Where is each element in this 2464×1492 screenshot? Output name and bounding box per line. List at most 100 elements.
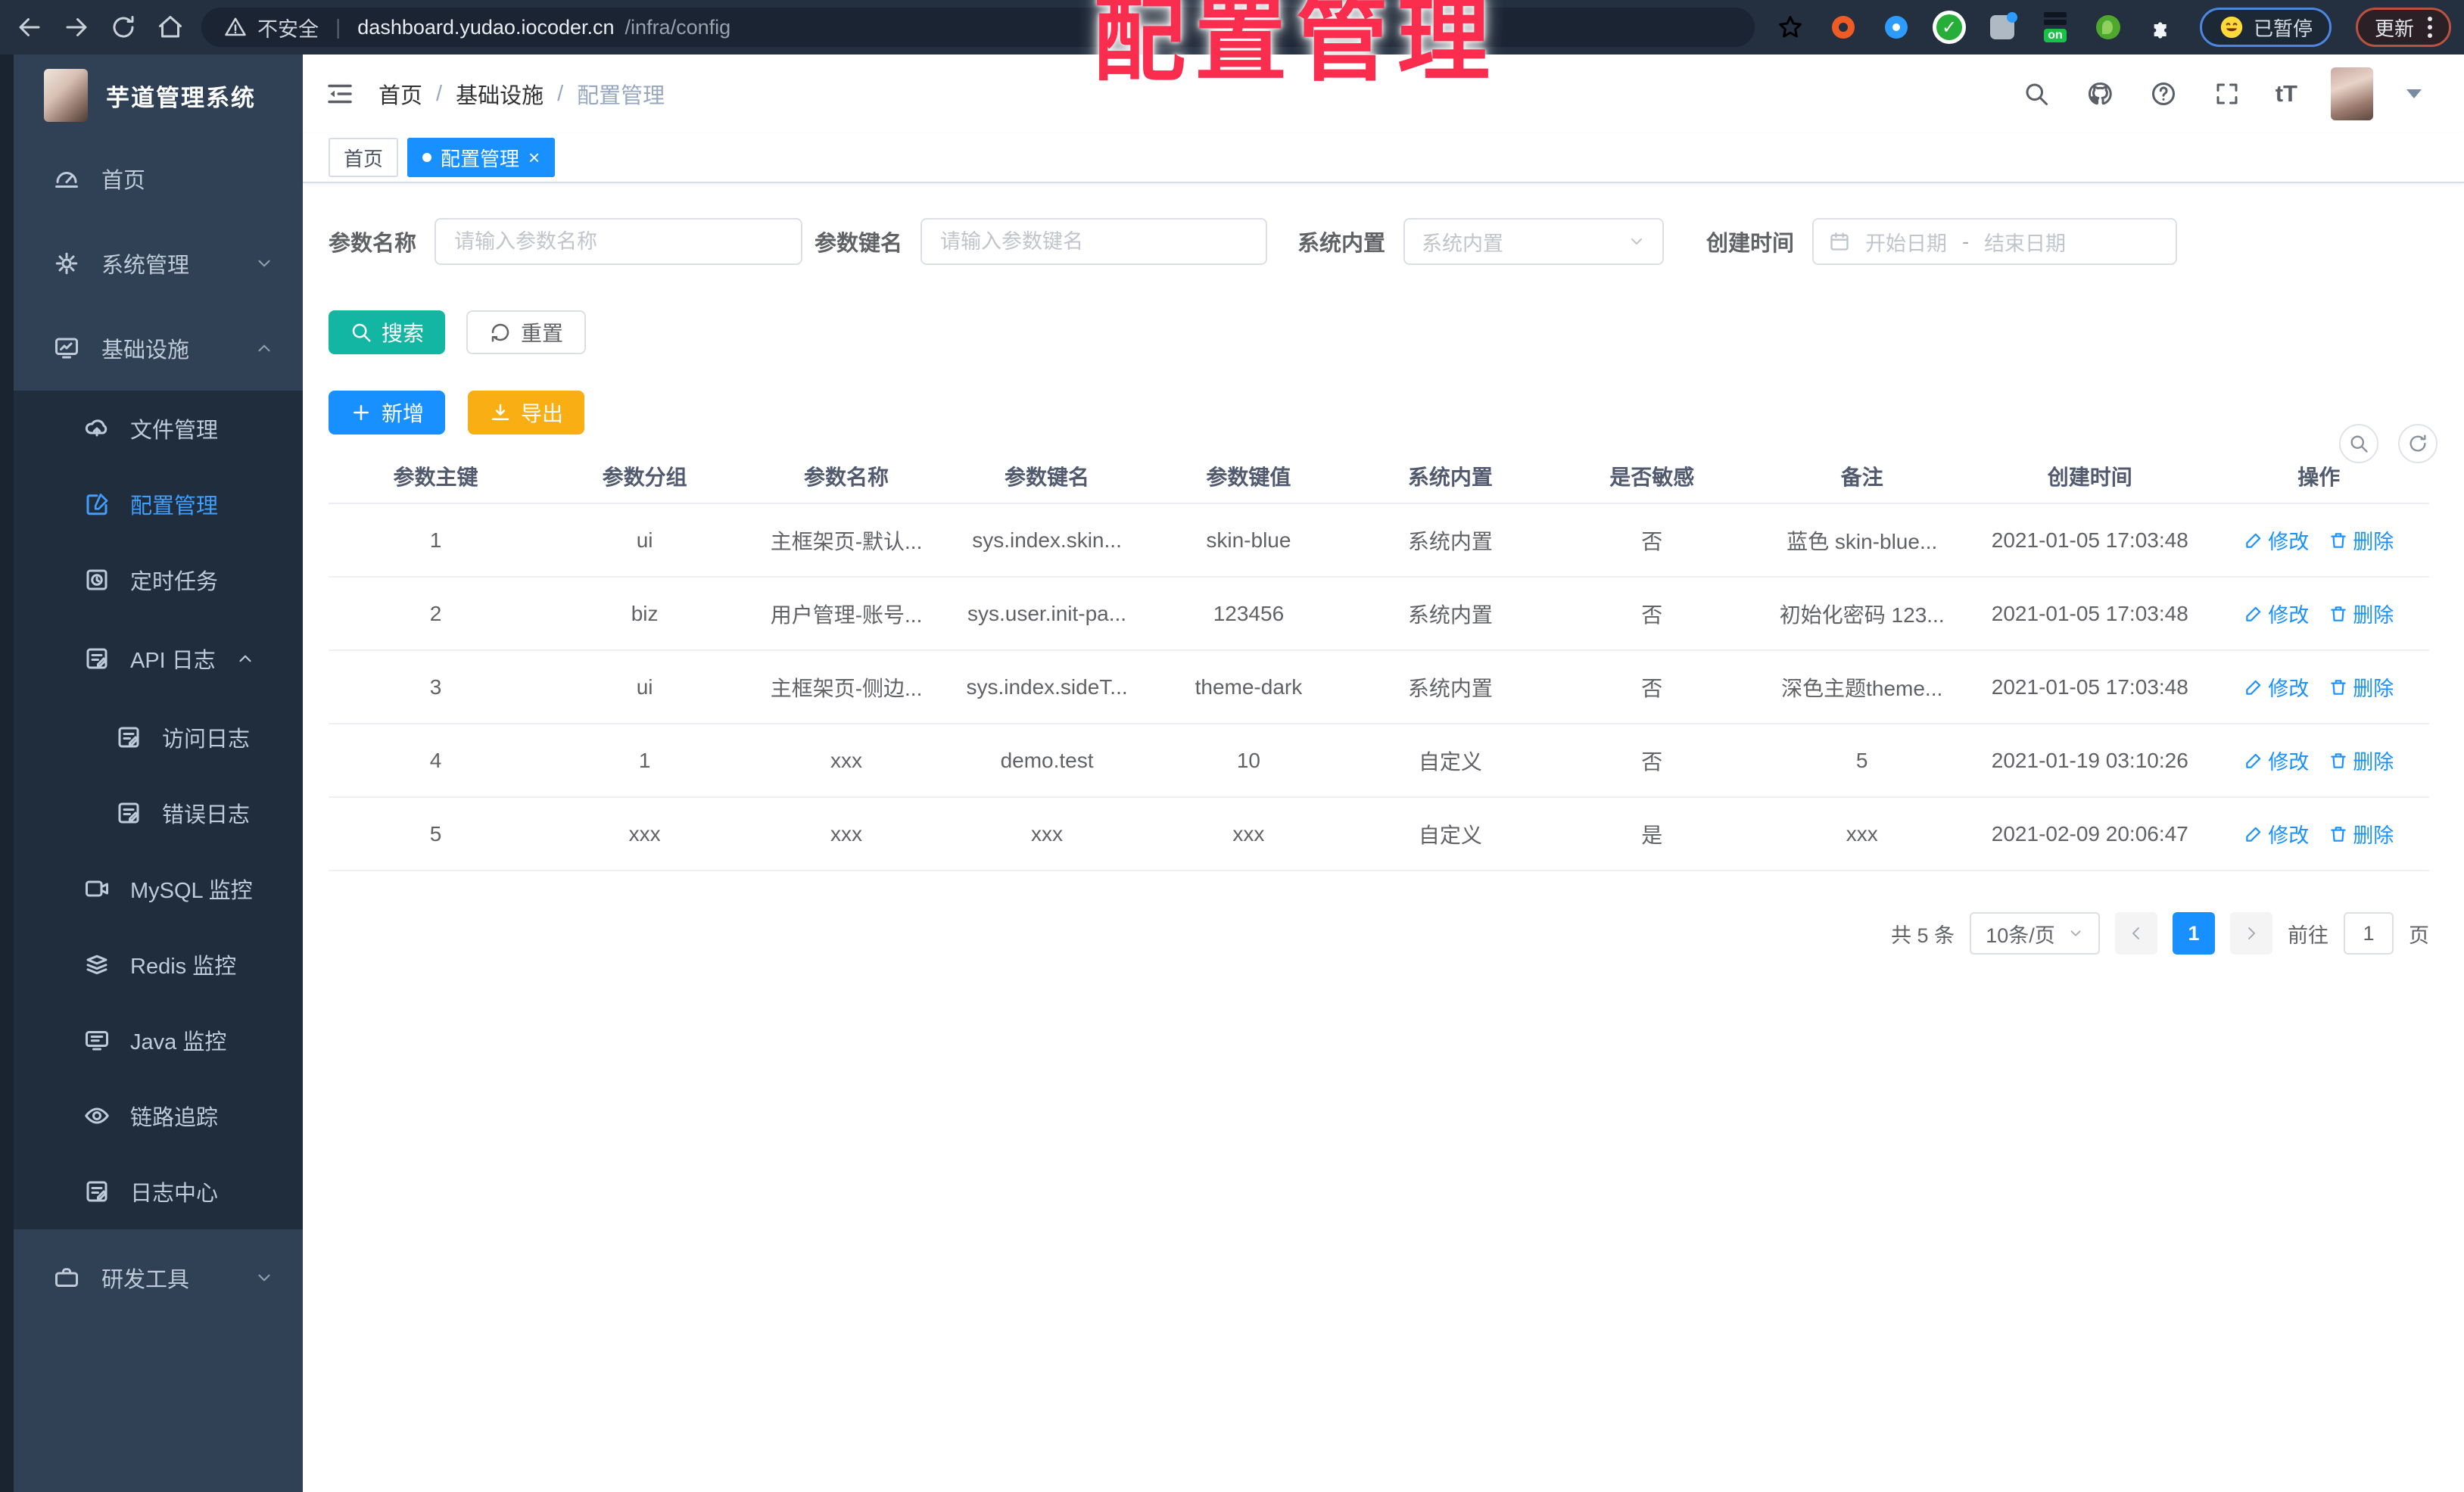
sidebar-item-log-center[interactable]: 日志中心 xyxy=(14,1154,303,1229)
refresh-icon[interactable] xyxy=(2398,424,2438,463)
monitor-chart-icon xyxy=(55,338,78,359)
delete-link[interactable]: 删除 xyxy=(2328,746,2394,775)
bookmark-star-icon[interactable] xyxy=(1776,13,1805,42)
app-logo-row[interactable]: 芋道管理系统 xyxy=(14,55,303,136)
address-bar[interactable]: 不安全 | dashboard.yudao.iocoder.cn/infra/c… xyxy=(201,8,1755,47)
prev-page-button[interactable] xyxy=(2115,912,2157,955)
back-icon[interactable] xyxy=(12,10,47,45)
search-icon[interactable] xyxy=(2021,79,2051,109)
edit-link[interactable]: 修改 xyxy=(2244,672,2309,702)
table-toolbar xyxy=(2339,424,2438,463)
extension-tile-icon[interactable] xyxy=(1988,12,2017,42)
log-doc-icon xyxy=(86,648,107,669)
video-monitor-icon xyxy=(86,880,108,897)
breadcrumb-current: 配置管理 xyxy=(577,84,665,108)
extension-orange-icon[interactable] xyxy=(1829,13,1858,42)
cloud-upload-icon xyxy=(85,419,107,437)
close-tab-icon[interactable]: × xyxy=(528,148,540,167)
search-button[interactable]: 搜索 xyxy=(329,310,446,354)
sidebar-item-redis-monitor[interactable]: Redis 监控 xyxy=(14,927,303,1002)
avatar[interactable] xyxy=(2331,67,2373,120)
edit-link[interactable]: 修改 xyxy=(2244,525,2309,555)
home-icon[interactable] xyxy=(153,10,188,45)
table-row: 2 biz 用户管理-账号... sys.user.init-pa... 123… xyxy=(329,578,2429,651)
reload-icon[interactable] xyxy=(106,10,141,45)
extension-switch-icon[interactable]: on xyxy=(2041,12,2070,42)
forward-icon[interactable] xyxy=(59,10,94,45)
extension-pin-icon[interactable] xyxy=(1882,13,1911,42)
select-caret-icon xyxy=(1631,238,1643,245)
delete-link[interactable]: 删除 xyxy=(2328,672,2394,702)
edit-link[interactable]: 修改 xyxy=(2244,599,2309,628)
sidebar-item-devtools[interactable]: 研发工具 xyxy=(14,1235,303,1320)
url-path: /infra/config xyxy=(625,15,731,39)
sidebar-item-trace[interactable]: 链路追踪 xyxy=(14,1078,303,1154)
create-time-label: 创建时间 xyxy=(1706,232,1795,256)
menu-dots-icon[interactable] xyxy=(2428,17,2433,38)
sidebar-item-home[interactable]: 首页 xyxy=(14,136,303,221)
address-divider: | xyxy=(335,15,341,39)
add-button[interactable]: 新增 xyxy=(329,391,446,435)
param-name-input[interactable] xyxy=(435,218,803,265)
infra-submenu: 文件管理 配置管理 定时任务 API 日志 访问日志 错误日志 MySQL 监控… xyxy=(14,391,303,1229)
breadcrumb-home[interactable]: 首页 xyxy=(378,78,422,110)
fullscreen-icon[interactable] xyxy=(2212,79,2242,109)
delete-link[interactable]: 删除 xyxy=(2328,599,2394,628)
delete-link[interactable]: 删除 xyxy=(2328,525,2394,555)
log-doc-icon xyxy=(86,1181,107,1202)
reset-button[interactable]: 重置 xyxy=(466,310,587,354)
sidebar-item-access-log[interactable]: 访问日志 xyxy=(14,699,303,775)
export-button[interactable]: 导出 xyxy=(468,391,585,435)
sidebar-item-java-monitor[interactable]: Java 监控 xyxy=(14,1002,303,1078)
page-title-watermark: 配置管理 xyxy=(1093,0,1499,92)
page-unit-label: 页 xyxy=(2409,924,2429,947)
warning-icon xyxy=(225,17,246,36)
sidebar-item-mysql-monitor[interactable]: MySQL 监控 xyxy=(14,851,303,927)
param-name-label: 参数名称 xyxy=(329,232,417,256)
sidebar-item-error-log[interactable]: 错误日志 xyxy=(14,775,303,851)
security-label[interactable]: 不安全 xyxy=(257,13,319,42)
current-page-button[interactable]: 1 xyxy=(2173,912,2215,955)
table-row: 4 1 xxx demo.test 10 自定义 否 5 2021-01-19 … xyxy=(329,724,2429,798)
github-icon[interactable] xyxy=(2085,79,2115,109)
page-size-select[interactable]: 10条/页 xyxy=(1970,912,2100,955)
system-builtin-label: 系统内置 xyxy=(1297,232,1386,256)
date-range-picker[interactable]: 开始日期 - 结束日期 xyxy=(1812,218,2178,265)
extension-check-icon[interactable]: ✓ xyxy=(1935,13,1964,42)
font-size-icon[interactable]: tT xyxy=(2276,80,2297,107)
filter-actions: 搜索 重置 xyxy=(329,310,2429,354)
chevron-up-icon xyxy=(235,649,255,668)
tab-config-manage[interactable]: 配置管理 × xyxy=(407,138,556,177)
screen-lines-icon xyxy=(86,1031,108,1051)
browser-actions: ✓ on 已暂停 更新 xyxy=(1776,8,2452,47)
page-jump-input[interactable] xyxy=(2344,912,2394,955)
user-menu-caret-icon[interactable] xyxy=(2406,89,2422,98)
delete-link[interactable]: 删除 xyxy=(2328,819,2394,849)
extension-leaf-icon[interactable] xyxy=(2094,13,2123,42)
sidebar-item-api-log[interactable]: API 日志 xyxy=(14,618,303,699)
gear-icon xyxy=(55,252,78,275)
system-builtin-select[interactable]: 系统内置 xyxy=(1403,218,1665,265)
collapse-sidebar-icon[interactable] xyxy=(324,78,356,110)
pagination: 共 5 条 10条/页 1 前往 页 xyxy=(329,912,2429,955)
sidebar-item-file-manage[interactable]: 文件管理 xyxy=(14,391,303,466)
param-key-input[interactable] xyxy=(920,218,1268,265)
help-icon[interactable] xyxy=(2148,79,2179,109)
paused-extension-pill[interactable]: 已暂停 xyxy=(2200,8,2332,47)
sidebar-item-infra[interactable]: 基础设施 xyxy=(14,306,303,391)
sidebar-item-scheduled-job[interactable]: 定时任务 xyxy=(14,542,303,618)
tab-home[interactable]: 首页 xyxy=(329,138,399,177)
breadcrumb-infra[interactable]: 基础设施 xyxy=(456,78,544,110)
chevron-down-icon xyxy=(254,254,274,273)
extension-puzzle-icon[interactable] xyxy=(2147,13,2176,42)
tags-view-bar: 首页 配置管理 × xyxy=(303,133,2464,183)
toggle-search-icon[interactable] xyxy=(2339,424,2378,463)
edit-link[interactable]: 修改 xyxy=(2244,819,2309,849)
database-stack-icon xyxy=(86,955,107,975)
calendar-icon xyxy=(1830,232,1849,251)
update-browser-button[interactable]: 更新 xyxy=(2356,8,2452,47)
next-page-button[interactable] xyxy=(2230,912,2272,955)
sidebar-item-system[interactable]: 系统管理 xyxy=(14,221,303,306)
sidebar-item-config-manage[interactable]: 配置管理 xyxy=(14,466,303,542)
edit-link[interactable]: 修改 xyxy=(2244,746,2309,775)
